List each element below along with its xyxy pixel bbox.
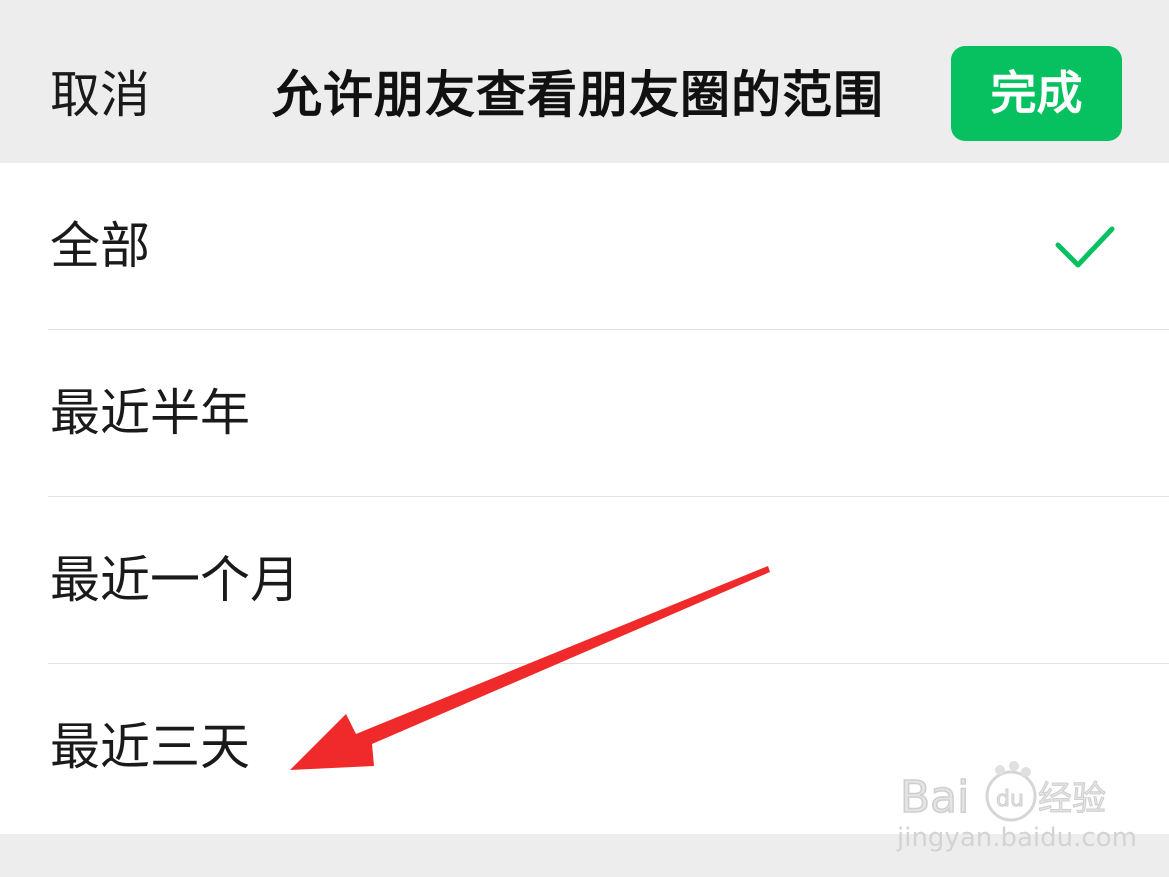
cancel-button[interactable]: 取消 bbox=[50, 63, 150, 127]
page-title: 允许朋友查看朋友圈的范围 bbox=[272, 66, 884, 124]
option-last-month[interactable]: 最近一个月 bbox=[0, 497, 1169, 664]
option-label: 最近三天 bbox=[50, 718, 250, 776]
option-label: 最近半年 bbox=[50, 384, 250, 442]
nav-bar: 取消 允许朋友查看朋友圈的范围 完成 bbox=[0, 0, 1169, 163]
option-all[interactable]: 全部 bbox=[0, 163, 1169, 330]
option-label: 最近一个月 bbox=[50, 551, 300, 609]
svg-text:du: du bbox=[996, 787, 1024, 812]
svg-text:Bai: Bai bbox=[900, 772, 969, 823]
svg-text:经验: 经验 bbox=[1038, 779, 1106, 819]
baidu-watermark-logo: Bai du 经验 bbox=[899, 761, 1107, 824]
done-button[interactable]: 完成 bbox=[951, 46, 1122, 141]
watermark-url: jingyan.baidu.com bbox=[897, 823, 1137, 853]
check-icon bbox=[1055, 226, 1115, 268]
option-label: 全部 bbox=[50, 217, 150, 275]
range-options-list: 全部 最近半年 最近一个月 最近三天 bbox=[0, 163, 1169, 834]
option-last-half-year[interactable]: 最近半年 bbox=[0, 330, 1169, 497]
